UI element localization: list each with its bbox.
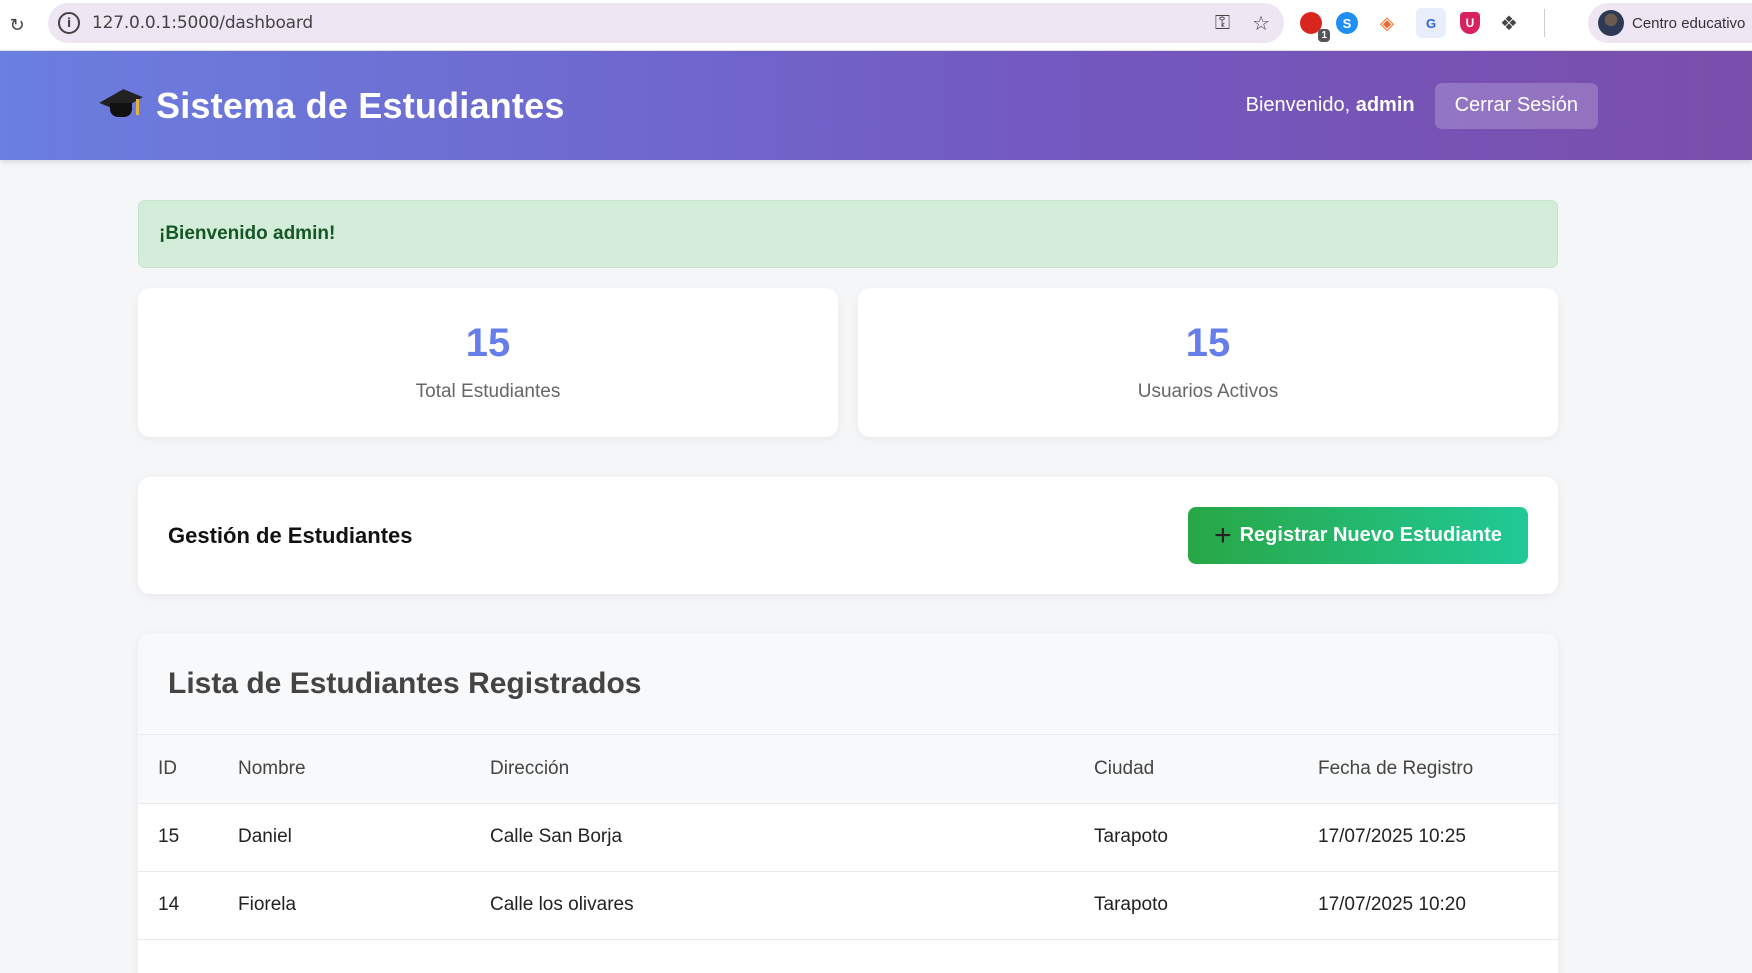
layers-extension-icon[interactable]: ◈: [1372, 8, 1402, 38]
column-header-date: Fecha de Registro: [1298, 735, 1558, 804]
plus-icon: +: [1214, 518, 1232, 552]
students-list-card: Lista de Estudiantes Registrados ID Nomb…: [138, 634, 1558, 973]
column-header-city: Ciudad: [1074, 735, 1298, 804]
stat-label: Usuarios Activos: [1137, 380, 1279, 402]
table-row: 15 Daniel Calle San Borja Tarapoto 17/07…: [138, 803, 1558, 872]
stats-row: 15 Total Estudiantes 15 Usuarios Activos: [138, 288, 1558, 437]
shazam-extension-icon[interactable]: S: [1336, 12, 1358, 34]
welcome-alert: ¡Bienvenido admin!: [138, 200, 1558, 268]
app-title: Sistema de Estudiantes: [156, 84, 565, 126]
management-card: Gestión de Estudiantes + Registrar Nuevo…: [138, 477, 1558, 594]
user-area: Bienvenido, admin Cerrar Sesión: [1246, 51, 1598, 160]
graduation-cap-icon: [100, 89, 142, 123]
students-table: ID Nombre Dirección Ciudad Fecha de Regi…: [138, 735, 1558, 940]
cell-date: 17/07/2025 10:25: [1298, 803, 1558, 872]
column-header-address: Dirección: [470, 735, 1074, 804]
stat-card-total-students: 15 Total Estudiantes: [138, 288, 838, 437]
cell-id: 14: [138, 871, 218, 940]
extensions-puzzle-icon[interactable]: ❖: [1494, 8, 1524, 38]
cell-name: Daniel: [218, 803, 470, 872]
cell-address: Calle San Borja: [470, 803, 1074, 872]
stat-card-active-users: 15 Usuarios Activos: [858, 288, 1558, 437]
ublock-shield-icon[interactable]: U: [1460, 12, 1480, 34]
table-row: 14 Fiorela Calle los olivares Tarapoto 1…: [138, 871, 1558, 940]
url-text[interactable]: 127.0.0.1:5000/dashboard: [92, 13, 313, 33]
welcome-text: Bienvenido, admin: [1246, 94, 1415, 117]
column-header-id: ID: [138, 735, 218, 804]
cell-city: Tarapoto: [1074, 871, 1298, 940]
profile-name: Centro educativo: [1632, 14, 1746, 32]
extensions-bar: 1 S ◈ G U ❖: [1300, 6, 1545, 42]
adblock-extension-icon[interactable]: 1: [1300, 12, 1330, 42]
brand: Sistema de Estudiantes: [100, 51, 565, 160]
password-key-icon[interactable]: ⚿: [1215, 12, 1230, 35]
bookmark-star-icon[interactable]: ☆: [1252, 11, 1270, 36]
cell-city: Tarapoto: [1074, 803, 1298, 872]
welcome-prefix: Bienvenido,: [1245, 94, 1351, 116]
column-header-name: Nombre: [218, 735, 470, 804]
username: admin: [1355, 94, 1415, 116]
profile-avatar: [1598, 10, 1624, 36]
toolbar-divider: [1544, 9, 1545, 37]
extension-badge: 1: [1318, 29, 1330, 42]
logout-button[interactable]: Cerrar Sesión: [1434, 82, 1598, 129]
register-student-button[interactable]: + Registrar Nuevo Estudiante: [1188, 507, 1528, 564]
main-content: ¡Bienvenido admin! 15 Total Estudiantes …: [138, 200, 1558, 973]
cell-id: 15: [138, 803, 218, 872]
translate-extension-icon[interactable]: G: [1416, 8, 1446, 38]
profile-button[interactable]: Centro educativo: [1588, 3, 1752, 43]
address-bar[interactable]: i 127.0.0.1:5000/dashboard ⚿ ☆: [48, 3, 1284, 43]
register-button-label: Registrar Nuevo Estudiante: [1239, 524, 1502, 546]
browser-toolbar: ↻ i 127.0.0.1:5000/dashboard ⚿ ☆ 1 S ◈ G…: [0, 0, 1752, 51]
site-info-icon[interactable]: i: [58, 12, 80, 34]
stat-value: 15: [1185, 320, 1231, 365]
table-header-row: ID Nombre Dirección Ciudad Fecha de Regi…: [138, 735, 1558, 804]
cell-date: 17/07/2025 10:20: [1298, 871, 1558, 940]
cell-name: Fiorela: [218, 871, 470, 940]
app-header: Sistema de Estudiantes Bienvenido, admin…: [0, 51, 1752, 160]
stat-value: 15: [465, 320, 511, 365]
cell-address: Calle los olivares: [470, 871, 1074, 940]
stat-label: Total Estudiantes: [415, 380, 561, 402]
students-list-header: Lista de Estudiantes Registrados: [138, 634, 1558, 735]
reload-icon[interactable]: ↻: [2, 10, 32, 40]
management-title: Gestión de Estudiantes: [168, 522, 413, 548]
students-list-title: Lista de Estudiantes Registrados: [168, 667, 642, 700]
